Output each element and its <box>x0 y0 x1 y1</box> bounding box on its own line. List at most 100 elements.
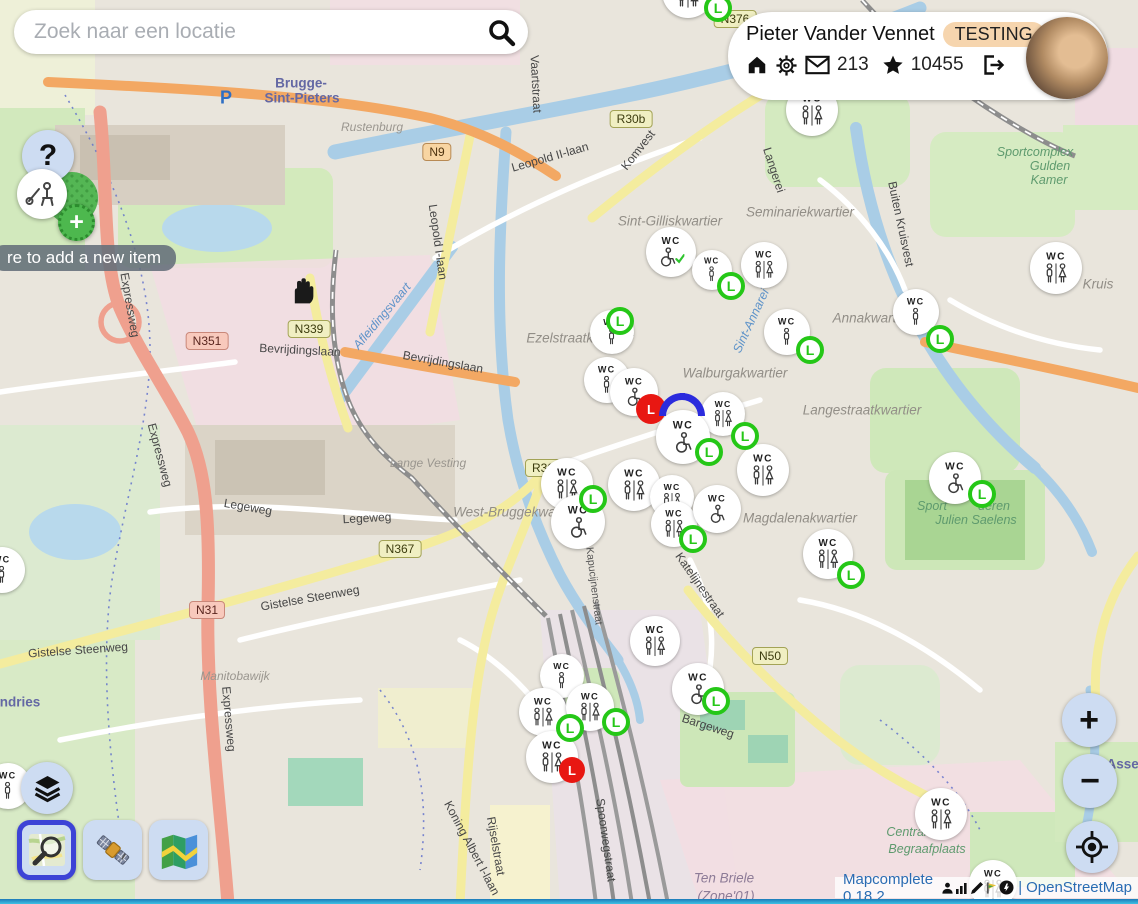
add-item-tooltip: re to add a new item <box>0 245 176 271</box>
wc-marker[interactable]: WC <box>630 616 680 666</box>
logout-icon[interactable] <box>981 53 1005 77</box>
osm-link[interactable]: OpenStreetMap <box>1026 879 1132 896</box>
map-label: Leopold II-laan <box>510 139 590 174</box>
wc-marker[interactable]: WC <box>915 788 967 840</box>
map-label: Buiten Kruisvest <box>885 180 917 268</box>
open-hours-badge[interactable]: L <box>606 307 634 335</box>
map-label: Kruis <box>1083 277 1114 292</box>
road-ref-badge: R30b <box>610 110 653 128</box>
map-label: Vaartstraat <box>527 55 544 113</box>
style-map-button[interactable] <box>17 820 76 880</box>
open-hours-badge[interactable]: L <box>717 272 745 300</box>
map-label: Langestraatkwartier <box>803 403 922 418</box>
map-label: Walburgakwartier <box>683 366 788 381</box>
map-label: Lange Vesting <box>390 456 466 470</box>
attribution-separator: | <box>1018 879 1022 896</box>
road-ref-badge: N351 <box>186 332 229 350</box>
mappers-icon[interactable] <box>941 881 954 895</box>
map-overlays: Brugge-Sint-PietersRustenburgVaartstraat… <box>0 0 1138 904</box>
attribution-bar: Mapcomplete 0.18.2 | OpenStreetMap <box>835 877 1138 898</box>
theme-flag-icon[interactable] <box>985 881 998 895</box>
message-count[interactable]: 213 <box>837 54 869 76</box>
wc-marker[interactable]: WC <box>737 444 789 496</box>
open-hours-badge[interactable]: L <box>837 561 865 589</box>
zoom-in-button[interactable]: + <box>1062 693 1116 747</box>
map-label: Sportcomplex <box>997 145 1073 159</box>
map-label: Gistelse Steenweg <box>260 582 361 613</box>
arc-marker[interactable] <box>659 393 705 416</box>
map-label: Katelijnestraat <box>672 550 727 620</box>
map-label: Expressweg <box>117 272 142 339</box>
folded-map-icon <box>158 830 200 870</box>
user-avatar[interactable] <box>1026 17 1108 99</box>
open-hours-badge[interactable]: L <box>679 525 707 553</box>
changeset-count[interactable]: 10455 <box>911 54 964 76</box>
home-icon[interactable] <box>746 54 768 76</box>
wc-marker[interactable]: WC <box>0 547 25 593</box>
wc-marker[interactable]: WC <box>741 242 787 288</box>
map-magnifier-icon <box>26 829 68 871</box>
map-label: Legeweg <box>223 496 273 518</box>
wc-marker[interactable]: WC <box>1030 242 1082 294</box>
open-hours-badge[interactable]: L <box>579 485 607 513</box>
map-label: Leopold I-laan <box>426 203 450 280</box>
gear-icon[interactable] <box>775 54 798 77</box>
layers-button[interactable] <box>21 762 73 814</box>
map-label: Bevrijdingslaan <box>259 341 341 359</box>
map-label: ndries <box>0 695 40 710</box>
mapcomplete-app: Brugge-Sint-PietersRustenburgVaartstraat… <box>0 0 1138 904</box>
open-hours-badge[interactable]: L <box>731 422 759 450</box>
map-label: Afleidingsvaart <box>350 280 413 352</box>
theme-icon[interactable] <box>17 169 67 219</box>
stats-icon[interactable] <box>955 881 969 895</box>
bottom-accent-strip <box>0 899 1138 904</box>
map-label: Ten Briele <box>694 871 754 886</box>
style-satellite-button[interactable] <box>83 820 142 880</box>
map-label: Expressweg <box>145 422 175 489</box>
basemap-style-switcher <box>17 820 208 880</box>
zoom-out-button[interactable]: − <box>1063 754 1117 808</box>
open-hours-badge[interactable]: L <box>968 480 996 508</box>
map-label: Kamer <box>1031 173 1068 187</box>
map-label: Bargeweg <box>680 711 736 741</box>
edit-pencil-icon[interactable] <box>970 881 984 895</box>
layers-icon <box>32 773 63 803</box>
messages-icon[interactable] <box>805 55 830 75</box>
open-hours-badge[interactable]: L <box>556 714 584 742</box>
wc-marker[interactable]: WC <box>646 227 696 277</box>
map-label: Bevrijdingslaan <box>402 348 485 376</box>
geolocate-icon <box>1075 830 1109 864</box>
map-label: Sint-Pieters <box>264 91 339 106</box>
search-icon[interactable] <box>486 17 516 47</box>
road-ref-badge: N9 <box>422 143 451 161</box>
map-label: Gistelse Steenweg <box>28 640 129 661</box>
open-hours-badge[interactable]: L <box>796 336 824 364</box>
geolocate-button[interactable] <box>1066 821 1118 873</box>
map-label: Julien Saelens <box>935 513 1016 527</box>
road-ref-badge: N31 <box>189 601 225 619</box>
map-label: Komvest <box>618 127 658 172</box>
open-hours-badge[interactable]: L <box>702 687 730 715</box>
map-label: Begraafplaats <box>888 842 965 856</box>
map-label: Rijselstraat <box>484 816 508 877</box>
open-hours-badge[interactable]: L <box>602 708 630 736</box>
map-label: Magdalenakwartier <box>743 511 857 526</box>
map-label: Langerei <box>760 146 788 195</box>
map-label: Rustenburg <box>341 120 403 134</box>
map-label: Kapucijnenstraat <box>583 546 604 625</box>
star-icon <box>882 54 904 76</box>
map-label: Legeweg <box>342 510 391 527</box>
open-hours-badge[interactable]: L <box>926 325 954 353</box>
add-item-button[interactable]: + <box>58 204 95 241</box>
hand-cursor-icon <box>286 275 316 307</box>
closed-hours-badge[interactable]: L <box>559 757 585 783</box>
map-label: Koning Albert I-laan <box>441 798 503 897</box>
osm-copyright-icon[interactable] <box>999 880 1014 895</box>
wc-marker[interactable]: WC <box>693 485 741 533</box>
search-input[interactable] <box>32 19 480 45</box>
user-name[interactable]: Pieter Vander Vennet <box>746 23 935 46</box>
map-label: Seminariekwartier <box>746 205 854 220</box>
style-osm-button[interactable] <box>149 820 208 880</box>
open-hours-badge[interactable]: L <box>695 438 723 466</box>
road-ref-badge: N339 <box>288 320 331 338</box>
